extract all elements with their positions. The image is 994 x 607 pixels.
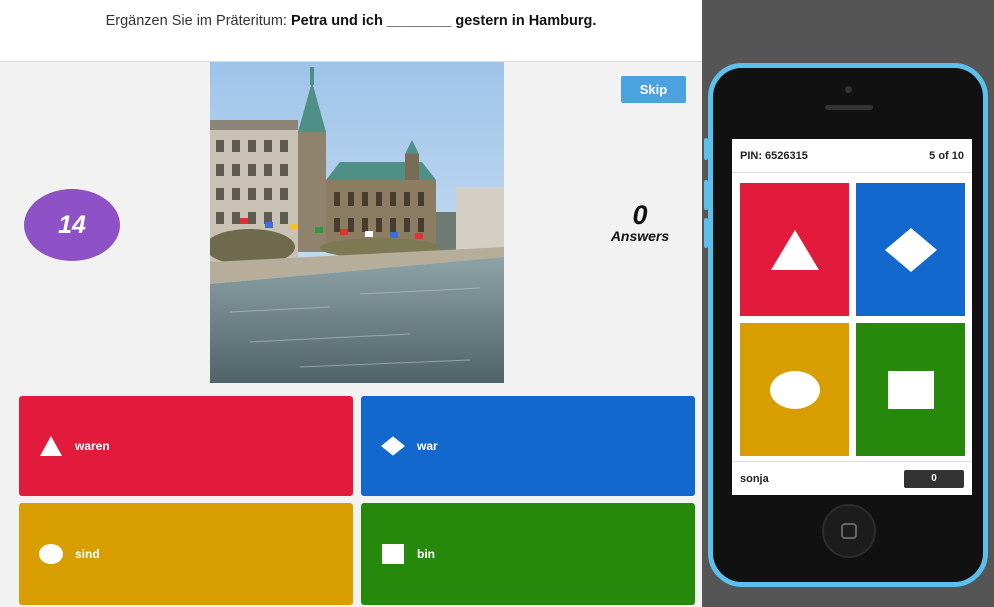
skip-button[interactable]: Skip: [621, 76, 686, 103]
circle-icon: [769, 370, 820, 409]
answers-counter: 0 Answers: [590, 200, 690, 244]
question-bar: Ergänzen Sie im Präteritum: Petra und ic…: [0, 0, 702, 62]
square-icon: [887, 370, 934, 409]
tile-triangle[interactable]: [740, 183, 849, 316]
game-pin: PIN: 6526315: [740, 149, 808, 162]
phone-side-button: [704, 218, 708, 248]
question-prefix: Ergänzen Sie im Präteritum:: [105, 13, 291, 29]
question-sentence: Petra und ich ________ gestern in Hambur…: [290, 13, 597, 29]
phone-device: PIN: 6526315 5 of 10 sonja 0: [704, 63, 988, 587]
triangle-icon: [770, 229, 819, 270]
answer-label: waren: [75, 439, 110, 453]
answer-option-square[interactable]: bin: [361, 503, 695, 605]
question-image: [210, 62, 504, 383]
phone-home-button[interactable]: [822, 504, 876, 558]
answers-count-value: 0: [632, 200, 648, 230]
hamburg-photo: [210, 62, 504, 383]
phone-player-bar: sonja 0: [732, 461, 972, 495]
phone-speaker: [825, 105, 873, 110]
answer-option-diamond[interactable]: war: [361, 396, 695, 496]
tile-square[interactable]: [856, 323, 965, 456]
triangle-icon: [39, 434, 63, 458]
answer-label: war: [417, 439, 438, 453]
answer-tiles: [740, 183, 965, 456]
answer-option-triangle[interactable]: waren: [19, 396, 353, 496]
countdown-timer: 14: [24, 189, 120, 261]
phone-screen: PIN: 6526315 5 of 10 sonja 0: [732, 139, 972, 495]
circle-icon: [39, 542, 63, 566]
question-text: Ergänzen Sie im Präteritum: Petra und ic…: [71, 13, 631, 30]
question-progress: 5 of 10: [929, 149, 964, 162]
phone-status-bar: PIN: 6526315 5 of 10: [732, 139, 972, 173]
phone-camera: [845, 86, 852, 93]
player-name: sonja: [740, 472, 769, 485]
answer-option-circle[interactable]: sind: [19, 503, 353, 605]
phone-preview-panel: PIN: 6526315 5 of 10 sonja 0: [702, 0, 994, 607]
tile-diamond[interactable]: [856, 183, 965, 316]
phone-side-button: [704, 138, 708, 160]
phone-side-button: [704, 180, 708, 210]
game-screen: Ergänzen Sie im Präteritum: Petra und ic…: [0, 0, 702, 607]
diamond-icon: [381, 434, 405, 458]
home-square-icon: [841, 523, 857, 539]
answers-count-label: Answers: [610, 228, 670, 244]
answer-label: sind: [75, 547, 100, 561]
player-score: 0: [904, 469, 964, 488]
diamond-icon: [884, 227, 937, 272]
tile-circle[interactable]: [740, 323, 849, 456]
answer-label: bin: [417, 547, 435, 561]
square-icon: [381, 542, 405, 566]
